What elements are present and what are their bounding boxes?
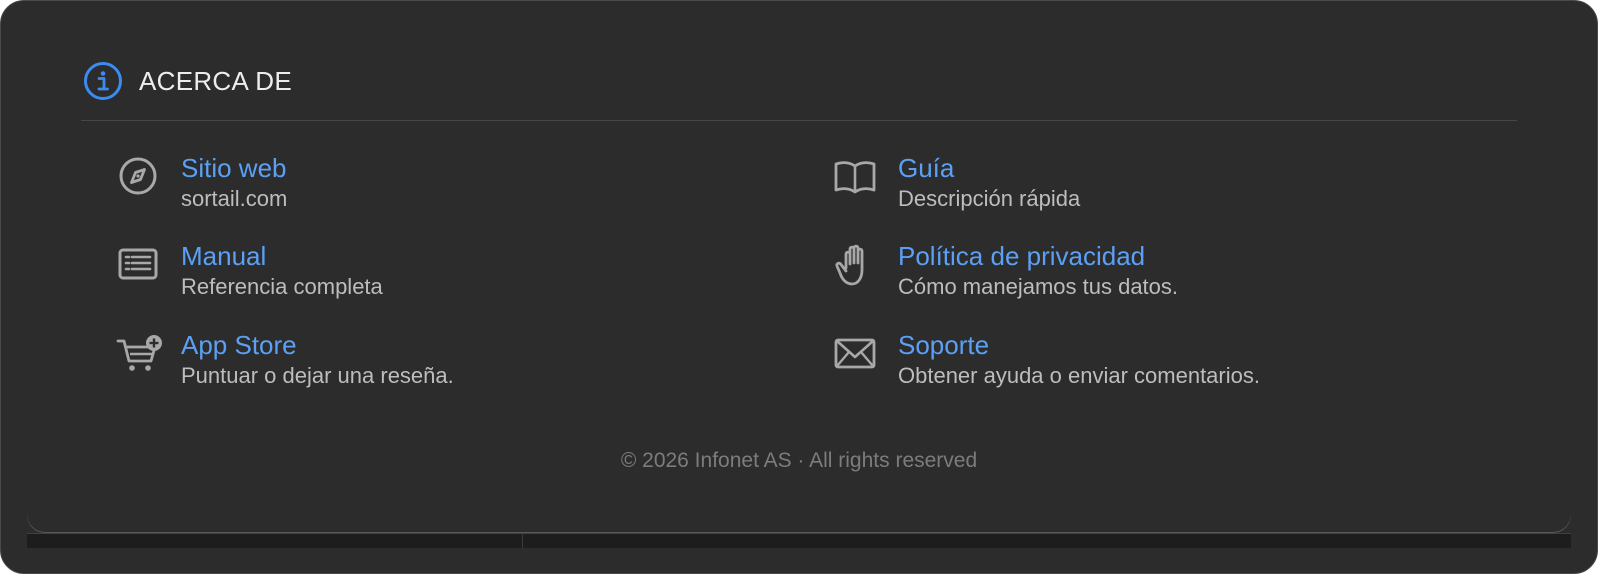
manual-label[interactable]: Manual bbox=[181, 240, 383, 272]
about-window: ACERCA DE Sitio web sortail.com Manual R… bbox=[0, 0, 1598, 574]
privacy-desc: Cómo manejamos tus datos. bbox=[898, 274, 1179, 299]
envelope-icon bbox=[832, 331, 878, 377]
support-desc: Obtener ayuda o enviar comentarios. bbox=[898, 363, 1260, 388]
guide-desc: Descripción rápida bbox=[898, 186, 1081, 211]
strip-divider bbox=[522, 534, 523, 548]
info-circle-icon bbox=[83, 61, 123, 101]
privacy-label[interactable]: Política de privacidad bbox=[898, 240, 1178, 272]
website-label[interactable]: Sitio web bbox=[181, 152, 287, 184]
cart-add-icon bbox=[115, 331, 162, 377]
book-icon bbox=[832, 154, 878, 200]
section-header: ACERCA DE bbox=[83, 59, 292, 103]
app-store-label[interactable]: App Store bbox=[181, 329, 454, 361]
section-title: ACERCA DE bbox=[139, 65, 292, 96]
website-desc: sortail.com bbox=[181, 186, 288, 211]
copyright-text: © 2026 Infonet AS · All rights reserved bbox=[620, 449, 978, 472]
support-label[interactable]: Soporte bbox=[898, 329, 1260, 361]
bottom-strip bbox=[27, 533, 1571, 548]
header-divider bbox=[81, 120, 1517, 121]
compass-icon bbox=[115, 154, 161, 200]
guide-label[interactable]: Guía bbox=[898, 152, 1080, 184]
hand-icon bbox=[832, 242, 878, 288]
app-store-desc: Puntuar o dejar una reseña. bbox=[181, 363, 454, 388]
manual-desc: Referencia completa bbox=[181, 274, 383, 299]
newspaper-icon bbox=[115, 242, 161, 288]
